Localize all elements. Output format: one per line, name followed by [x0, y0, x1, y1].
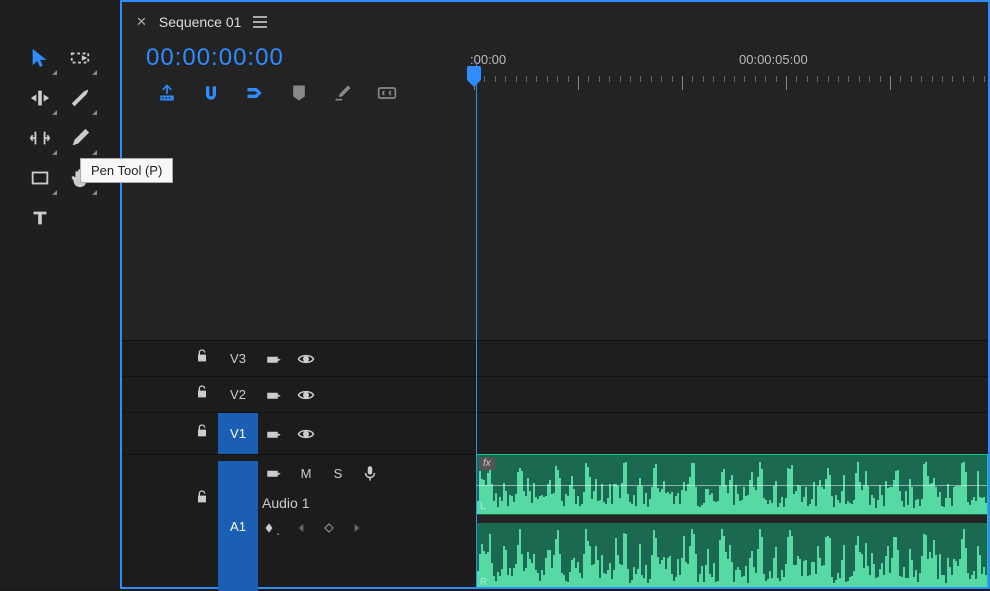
- sync-lock-icon[interactable]: [258, 464, 290, 482]
- toggle-output-icon[interactable]: [290, 350, 322, 368]
- voice-over-icon[interactable]: [354, 464, 386, 482]
- marker-icon[interactable]: [288, 82, 310, 104]
- toggle-output-icon[interactable]: [290, 425, 322, 443]
- linked-selection-icon[interactable]: [244, 82, 266, 104]
- sequence-tab[interactable]: Sequence 01: [159, 14, 242, 30]
- panel-menu-icon[interactable]: [253, 16, 267, 28]
- snap-icon[interactable]: [200, 82, 222, 104]
- fx-badge[interactable]: fx: [479, 457, 495, 470]
- source-patch-a1[interactable]: A1: [218, 461, 258, 591]
- track-select-tool[interactable]: [60, 38, 100, 78]
- time-ruler[interactable]: :00:00 00:00:05:00: [474, 42, 988, 122]
- track-header-v3[interactable]: V3: [122, 340, 476, 376]
- track-header-v2[interactable]: V2: [122, 376, 476, 412]
- sync-lock-icon[interactable]: [258, 425, 290, 443]
- settings-icon[interactable]: [332, 82, 354, 104]
- source-patch-v2[interactable]: V2: [218, 377, 258, 412]
- slip-tool[interactable]: [20, 118, 60, 158]
- playhead[interactable]: [467, 66, 481, 80]
- lock-icon[interactable]: [194, 423, 210, 444]
- playhead-timecode[interactable]: 00:00:00:00: [146, 42, 474, 72]
- next-keyframe-icon[interactable]: [350, 521, 364, 540]
- sync-lock-icon[interactable]: [258, 350, 290, 368]
- source-patch-v1[interactable]: V1: [218, 413, 258, 454]
- ripple-edit-tool[interactable]: [20, 78, 60, 118]
- selection-tool[interactable]: [20, 38, 60, 78]
- tool-panel: [0, 0, 120, 589]
- ruler-label: 00:00:05:00: [739, 52, 808, 67]
- keyframe-mode-icon[interactable]: .: [262, 521, 280, 540]
- captions-icon[interactable]: [376, 82, 398, 104]
- lock-icon[interactable]: [194, 489, 210, 510]
- audio-clip[interactable]: fx L R: [476, 454, 988, 587]
- track-header-v1[interactable]: V1: [122, 412, 476, 454]
- source-patch-v3[interactable]: V3: [218, 341, 258, 376]
- channel-label-right: R: [480, 577, 487, 587]
- playhead-line: [476, 62, 477, 588]
- close-icon[interactable]: ✕: [136, 14, 147, 30]
- solo-button[interactable]: S: [322, 466, 354, 481]
- prev-keyframe-icon[interactable]: [294, 521, 308, 540]
- lock-icon[interactable]: [194, 384, 210, 405]
- panel-tab-bar: ✕ Sequence 01: [122, 2, 988, 42]
- razor-tool[interactable]: [60, 78, 100, 118]
- mute-button[interactable]: M: [290, 466, 322, 481]
- channel-label-left: L: [480, 501, 486, 512]
- tracks-area: V3 V2 V1 A1 M S: [122, 122, 988, 587]
- timeline-panel: ✕ Sequence 01 00:00:00:00: [120, 0, 990, 589]
- timeline-surface[interactable]: fx L R: [476, 122, 988, 587]
- toggle-output-icon[interactable]: [290, 386, 322, 404]
- insert-overwrite-icon[interactable]: [156, 82, 178, 104]
- rectangle-tool[interactable]: [20, 158, 60, 198]
- sync-lock-icon[interactable]: [258, 386, 290, 404]
- track-name-label[interactable]: Audio 1: [258, 495, 386, 511]
- pen-tool[interactable]: [60, 118, 100, 158]
- add-keyframe-icon[interactable]: [322, 521, 336, 540]
- type-tool[interactable]: [20, 198, 60, 238]
- timeline-header: 00:00:00:00: [122, 42, 988, 122]
- tooltip: Pen Tool (P): [80, 158, 173, 183]
- track-header-a1[interactable]: A1 M S Audio 1 .: [122, 454, 476, 584]
- lock-icon[interactable]: [194, 348, 210, 369]
